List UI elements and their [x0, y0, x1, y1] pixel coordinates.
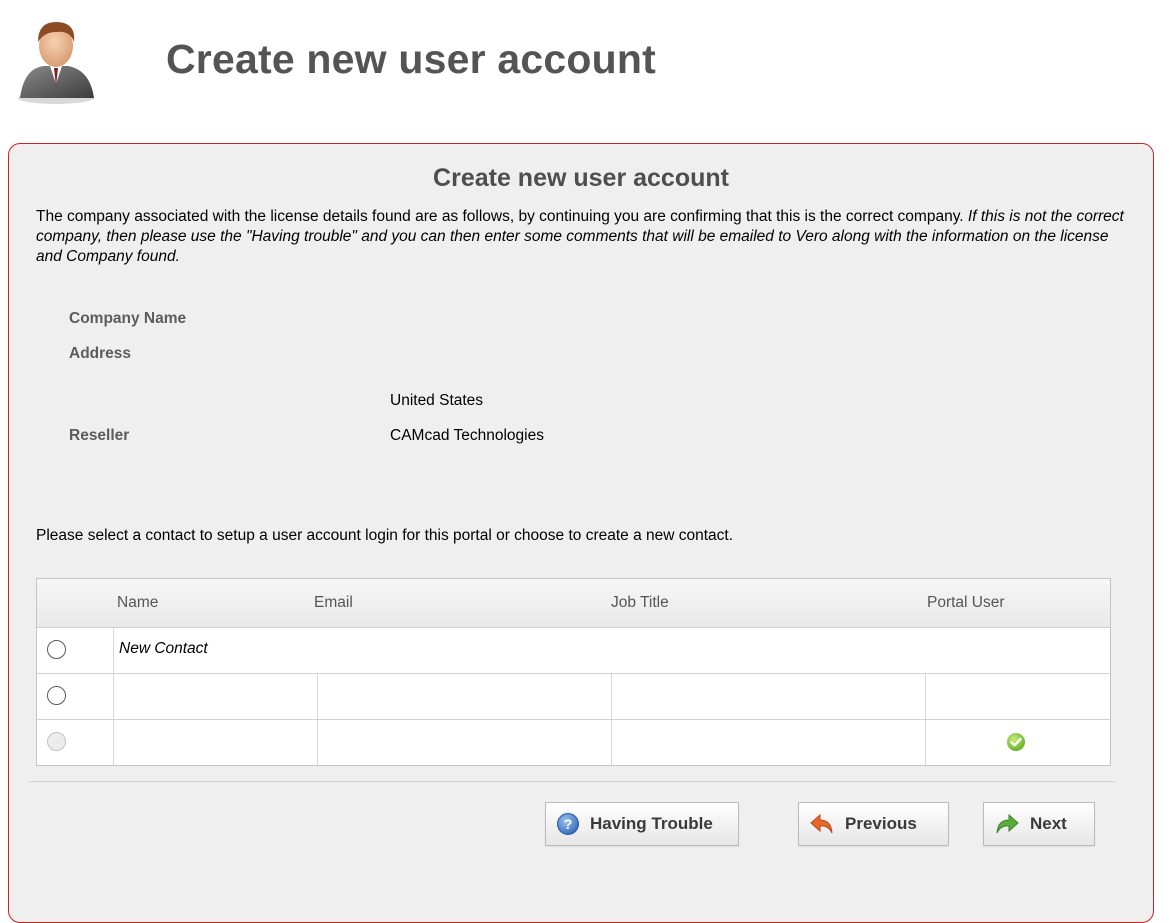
instruction-text: Please select a contact to setup a user …	[36, 527, 734, 544]
reseller-value: CAMcad Technologies	[390, 427, 544, 444]
row-radio-button[interactable]	[47, 686, 66, 705]
table-row[interactable]	[37, 674, 1110, 720]
select-cell	[37, 674, 114, 719]
page-title: Create new user account	[166, 36, 656, 82]
email-cell	[318, 674, 612, 719]
portal-user-check-icon	[1007, 733, 1025, 751]
divider	[29, 781, 1115, 782]
next-arrow-icon	[996, 813, 1019, 834]
column-header-email[interactable]: Email	[314, 594, 353, 612]
name-cell	[114, 720, 318, 765]
contacts-table: Name Email Job Title Portal User New Con…	[36, 578, 1111, 766]
table-row[interactable]: New Contact	[37, 628, 1110, 674]
column-header-name[interactable]: Name	[117, 594, 158, 612]
address-country-value: United States	[390, 392, 484, 409]
address-label: Address	[69, 345, 132, 362]
next-button[interactable]: Next	[983, 802, 1095, 846]
create-account-panel: Create new user account The company asso…	[8, 143, 1154, 923]
svg-text:?: ?	[564, 816, 573, 832]
table-row	[37, 720, 1110, 765]
previous-arrow-icon	[810, 813, 833, 834]
company-name-label: Company Name	[69, 310, 187, 327]
column-header-job-title[interactable]: Job Title	[611, 594, 669, 612]
column-header-portal-user[interactable]: Portal User	[927, 594, 1005, 612]
row-radio-button[interactable]	[47, 640, 66, 659]
portal-user-cell	[926, 674, 1110, 719]
table-header: Name Email Job Title Portal User	[37, 579, 1110, 628]
name-cell	[114, 674, 318, 719]
select-cell	[37, 720, 114, 765]
having-trouble-label: Having Trouble	[590, 814, 713, 833]
help-icon: ?	[557, 813, 579, 835]
email-cell	[318, 720, 612, 765]
next-label: Next	[1030, 814, 1067, 833]
row-radio-button-disabled	[47, 732, 66, 751]
job-title-cell	[612, 720, 926, 765]
having-trouble-button[interactable]: ? Having Trouble	[545, 802, 739, 846]
user-avatar-icon	[14, 14, 98, 106]
new-contact-label: New Contact	[119, 640, 208, 657]
intro-normal-text: The company associated with the license …	[36, 208, 968, 225]
previous-label: Previous	[845, 814, 917, 833]
portal-user-cell	[926, 720, 1110, 765]
job-title-cell	[612, 674, 926, 719]
new-contact-cell: New Contact	[114, 628, 1110, 673]
panel-title: Create new user account	[433, 164, 729, 192]
reseller-label: Reseller	[69, 427, 130, 444]
select-cell	[37, 628, 114, 673]
intro-text: The company associated with the license …	[36, 207, 1126, 267]
previous-button[interactable]: Previous	[798, 802, 949, 846]
